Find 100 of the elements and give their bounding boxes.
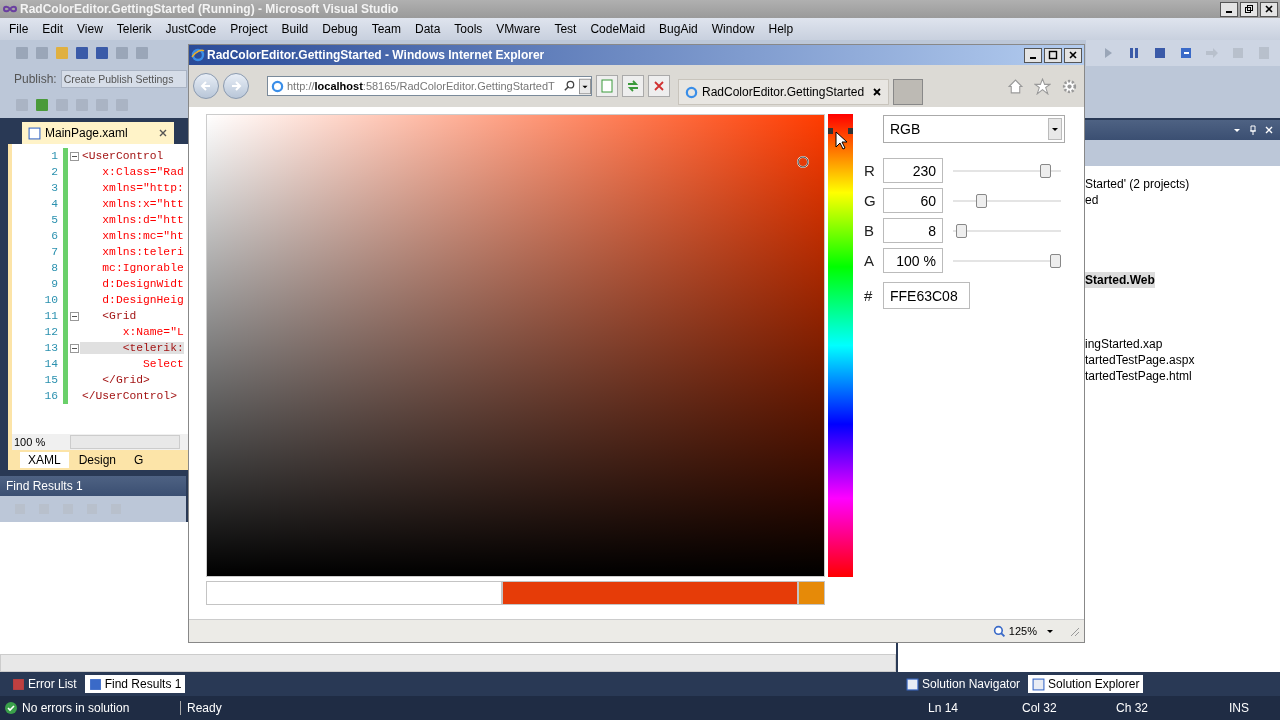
back-button[interactable] bbox=[193, 73, 219, 99]
menu-item[interactable]: Test bbox=[547, 22, 584, 36]
line-indicator: Ln 14 bbox=[928, 701, 960, 715]
toolbar-icon[interactable] bbox=[34, 97, 50, 113]
tree-item[interactable]: tartedTestPage.aspx bbox=[1085, 352, 1195, 368]
collapse-icon[interactable] bbox=[69, 311, 79, 321]
minimize-icon bbox=[1030, 57, 1036, 59]
line-number: 5 bbox=[50, 214, 59, 226]
menu-item[interactable]: File bbox=[2, 22, 36, 36]
collapse-icon[interactable] bbox=[69, 343, 79, 353]
view-tab[interactable]: G bbox=[126, 452, 152, 468]
panel-tab[interactable]: Find Results 1 bbox=[84, 675, 186, 693]
restart-icon[interactable] bbox=[1178, 45, 1194, 61]
menu-item[interactable]: Project bbox=[223, 22, 275, 36]
menu-item[interactable]: Telerik bbox=[109, 22, 159, 36]
scrollbar[interactable] bbox=[0, 654, 896, 672]
channel-input[interactable]: 230 bbox=[883, 158, 943, 183]
tree-item[interactable]: Started' (2 projects) bbox=[1085, 176, 1190, 192]
line-number: 2 bbox=[50, 166, 59, 178]
panel-tab[interactable]: Error List bbox=[8, 675, 81, 693]
line-number: 11 bbox=[43, 310, 59, 322]
resize-grip[interactable] bbox=[1068, 625, 1080, 637]
slider-thumb[interactable] bbox=[955, 223, 967, 238]
tree-item[interactable]: ingStarted.xap bbox=[1085, 336, 1163, 352]
menu-item[interactable]: Help bbox=[761, 22, 801, 36]
view-tab[interactable]: XAML bbox=[20, 452, 69, 468]
menu-item[interactable]: View bbox=[70, 22, 110, 36]
pin-icon[interactable] bbox=[1248, 125, 1258, 135]
line-number: 14 bbox=[43, 358, 59, 370]
menu-item[interactable]: Debug bbox=[315, 22, 365, 36]
address-bar[interactable]: http://localhost:58165/RadColorEditor.GettingStartedT bbox=[267, 76, 592, 96]
maximize-button[interactable] bbox=[1044, 47, 1062, 63]
menu-item[interactable]: Team bbox=[364, 22, 408, 36]
menu-item[interactable]: Tools bbox=[447, 22, 490, 36]
color-picker-handle[interactable] bbox=[796, 155, 810, 169]
browser-tab[interactable]: RadColorEditor.GettingStarted bbox=[678, 79, 890, 105]
file-icon bbox=[28, 126, 41, 140]
menu-item[interactable]: VMware bbox=[489, 22, 548, 36]
publish-field[interactable]: Create Publish Settings bbox=[60, 70, 187, 88]
stop-icon[interactable] bbox=[1152, 45, 1168, 61]
browser-logo-icon bbox=[191, 48, 205, 62]
code-line: Select bbox=[142, 358, 184, 370]
new-tab-button[interactable] bbox=[893, 79, 924, 105]
document-tab[interactable]: MainPage.xaml bbox=[22, 122, 174, 144]
minimize-button[interactable] bbox=[1024, 47, 1042, 63]
line-number: 6 bbox=[50, 230, 59, 242]
panel-tab[interactable]: Solution Explorer bbox=[1028, 675, 1144, 693]
line-number: 1 bbox=[50, 150, 59, 162]
window-title: RadColorEditor.GettingStarted (Running) - Microsoft Visual Studio bbox=[20, 2, 399, 16]
refresh-button[interactable] bbox=[622, 75, 644, 97]
toolbar-icon[interactable] bbox=[94, 45, 110, 61]
channel-input[interactable]: 60 bbox=[883, 188, 943, 213]
code-line: d:DesignHeig bbox=[101, 294, 184, 306]
menu-item[interactable]: Edit bbox=[35, 22, 71, 36]
slider-thumb[interactable] bbox=[1050, 253, 1061, 268]
menu-item[interactable]: JustCode bbox=[158, 22, 224, 36]
channel-input[interactable]: 100 % bbox=[883, 248, 943, 273]
close-button[interactable] bbox=[1260, 1, 1278, 17]
minimize-button[interactable] bbox=[1220, 1, 1238, 17]
code-line: </Grid> bbox=[101, 374, 150, 386]
tree-item[interactable]: Started.Web bbox=[1085, 272, 1155, 288]
hex-input[interactable]: FFE63C08 bbox=[883, 282, 970, 309]
char-indicator: Ch 32 bbox=[1116, 701, 1150, 715]
star-icon[interactable] bbox=[1034, 77, 1051, 95]
menu-item[interactable]: Build bbox=[274, 22, 316, 36]
stop-button[interactable] bbox=[648, 75, 670, 97]
mode-dropdown[interactable]: RGB bbox=[883, 115, 1065, 143]
tree-item[interactable]: tartedTestPage.html bbox=[1085, 368, 1192, 384]
close-icon[interactable] bbox=[872, 87, 883, 97]
compatibility-button[interactable] bbox=[596, 75, 618, 97]
channel-label: A bbox=[864, 252, 875, 269]
settings-icon[interactable] bbox=[1061, 77, 1078, 95]
menu-item[interactable]: CodeMaid bbox=[583, 22, 653, 36]
color-spectrum[interactable] bbox=[206, 114, 825, 577]
forward-button[interactable] bbox=[223, 73, 249, 99]
restore-button[interactable] bbox=[1240, 1, 1258, 17]
slider-thumb[interactable] bbox=[976, 193, 988, 208]
scrollbar[interactable] bbox=[70, 435, 180, 449]
close-button[interactable] bbox=[1064, 47, 1082, 63]
close-icon[interactable] bbox=[158, 128, 168, 138]
view-tab[interactable]: Design bbox=[70, 452, 125, 468]
channel-input[interactable]: 8 bbox=[883, 218, 943, 243]
status-message: No errors in solution bbox=[22, 701, 181, 715]
menu-item[interactable]: BugAid bbox=[652, 22, 705, 36]
menu-item[interactable]: Window bbox=[704, 22, 762, 36]
code-line: <UserControl bbox=[81, 150, 164, 162]
zoom-dropdown[interactable]: 100 % bbox=[12, 436, 70, 448]
line-number: 4 bbox=[50, 198, 59, 210]
toolbar-icon[interactable] bbox=[74, 45, 90, 61]
restore-icon bbox=[1244, 4, 1254, 14]
menu-item[interactable]: Data bbox=[408, 22, 448, 36]
line-number: 9 bbox=[50, 278, 59, 290]
tree-item[interactable]: ed bbox=[1085, 192, 1099, 208]
home-icon[interactable] bbox=[1007, 77, 1024, 95]
publish-label: Publish: bbox=[14, 72, 57, 86]
zoom-level[interactable]: 125% bbox=[992, 624, 1054, 638]
collapse-icon[interactable] bbox=[69, 151, 79, 161]
dropdown-icon[interactable] bbox=[579, 77, 591, 95]
slider-thumb[interactable] bbox=[1040, 163, 1052, 178]
panel-tab[interactable]: Solution Navigator bbox=[902, 675, 1025, 693]
